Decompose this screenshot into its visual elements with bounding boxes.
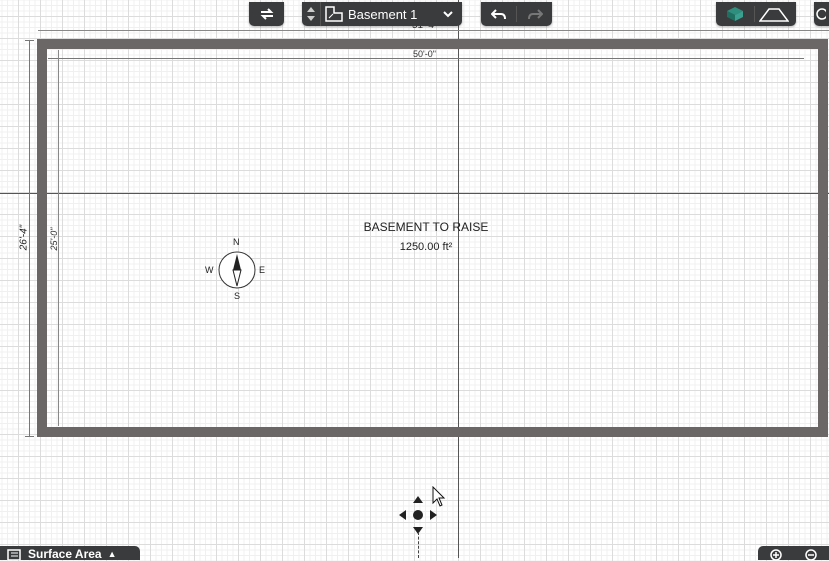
swap-button[interactable] [249, 2, 284, 26]
roof-icon [759, 8, 789, 22]
outer-height-dimension-label: 26'-4" [18, 224, 30, 251]
room-walls[interactable] [37, 39, 828, 437]
roof-button[interactable] [755, 2, 793, 26]
undo-redo-group [481, 2, 552, 26]
compass-rose[interactable]: N S E W [202, 234, 274, 306]
floor-plan-icon [321, 6, 347, 22]
chevron-down-icon[interactable] [438, 10, 458, 18]
swap-arrows-icon [260, 8, 273, 20]
3d-view-icon [727, 7, 743, 21]
wall-dashed-line [418, 532, 419, 558]
level-selector[interactable]: Basement 1 [302, 2, 462, 26]
compass-east-label: E [259, 265, 266, 275]
room-area-label: 1250.00 ft² [399, 241, 453, 253]
compass-south-label: S [234, 291, 241, 301]
mouse-cursor-icon [432, 485, 446, 513]
dimension-tick [25, 40, 34, 41]
dimension-tick [25, 436, 34, 437]
undo-button[interactable] [481, 2, 516, 26]
3d-view-button[interactable] [716, 2, 754, 26]
inner-width-dimension-label: 50'-0" [413, 49, 436, 59]
zoom-out-icon [804, 549, 817, 561]
undo-icon [490, 9, 506, 20]
view-mode-group [716, 2, 796, 26]
circle-icon [816, 8, 826, 20]
compass-north-label: N [233, 237, 240, 247]
redo-button[interactable] [517, 2, 552, 26]
chevron-up-icon: ▲ [107, 549, 117, 559]
level-label: Basement 1 [348, 6, 418, 22]
inner-height-dimension-label: 25'-0" [49, 227, 59, 251]
surface-area-label: Surface Area [28, 547, 102, 561]
zoom-in-icon [769, 549, 782, 561]
room-name-label[interactable]: BASEMENT TO RAISE [340, 220, 512, 234]
redo-icon [527, 9, 543, 20]
settings-button[interactable] [814, 2, 829, 26]
up-down-arrows-icon[interactable] [302, 2, 321, 26]
compass-west-label: W [205, 265, 214, 275]
